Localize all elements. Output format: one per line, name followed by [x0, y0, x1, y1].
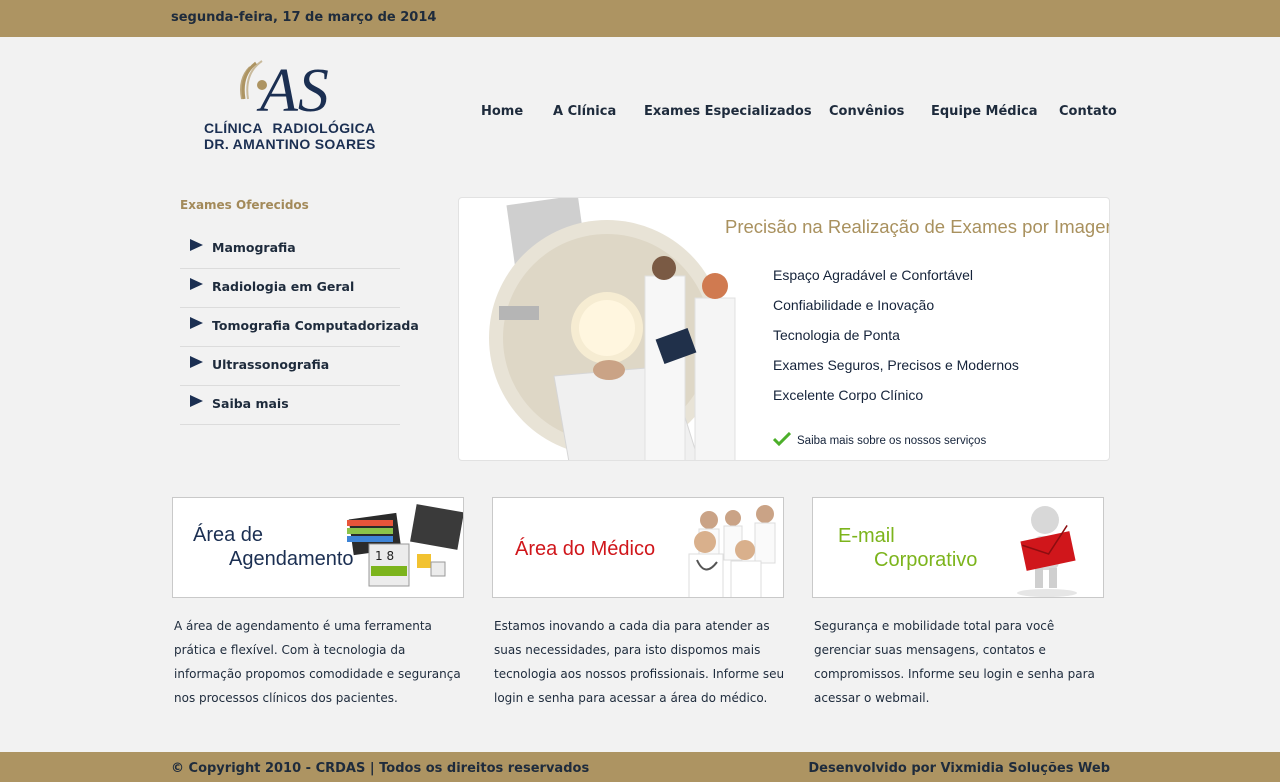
sidebar-item-label: Ultrassonografia	[212, 357, 330, 372]
medical-team-photo	[688, 505, 776, 597]
hero-banner: Precisão na Realização de Exames por Ima…	[458, 197, 1110, 461]
main-nav: Home A Clínica Exames Especializados Con…	[0, 104, 1280, 124]
sidebar-item-saiba-mais[interactable]: Saiba mais	[180, 386, 400, 425]
sidebar-item-tomografia[interactable]: Tomografia Computadorizada	[180, 308, 419, 347]
footer-developer-link[interactable]: Desenvolvido por Vixmidia Soluções Web	[808, 761, 1110, 776]
nav-exames-especializados[interactable]: Exames Especializados	[644, 104, 812, 119]
banner-feature: Tecnologia de Ponta	[773, 327, 900, 343]
card-area-medico[interactable]: Área do Médico	[492, 497, 784, 598]
banner-feature: Exames Seguros, Precisos e Modernos	[773, 357, 1019, 373]
card-title-line2: Corporativo	[874, 549, 978, 571]
card-description: Estamos inovando a cada dia para atender…	[494, 619, 785, 705]
card-description: Segurança e mobilidade total para você g…	[814, 619, 1095, 705]
services-more-link[interactable]: Saiba mais sobre os nossos serviços	[797, 435, 986, 447]
sidebar-item-radiologia[interactable]: Radiologia em Geral	[180, 269, 400, 308]
sidebar-item-label: Radiologia em Geral	[212, 279, 355, 294]
sidebar-item-mamografia[interactable]: Mamografia	[180, 230, 400, 269]
footer-copyright: © Copyright 2010 - CRDAS | Todos os dire…	[171, 761, 590, 776]
arrow-right-icon	[190, 356, 203, 368]
arrow-right-icon	[190, 278, 203, 290]
top-bar: segunda-feira, 17 de março de 2014	[0, 0, 1280, 37]
banner-headline: Precisão na Realização de Exames por Ima…	[725, 216, 1110, 237]
sidebar-item-label: Saiba mais	[212, 396, 289, 411]
banner-feature: Excelente Corpo Clínico	[773, 387, 924, 403]
card-title-line1: Área de	[193, 524, 264, 546]
card-title-line1: Área do Médico	[515, 538, 656, 560]
banner-feature: Espaço Agradável e Confortável	[773, 267, 974, 283]
nav-equipe-medica[interactable]: Equipe Médica	[931, 104, 1038, 119]
arrow-right-icon	[190, 239, 203, 251]
check-icon	[773, 432, 791, 446]
card-description: A área de agendamento é uma ferramenta p…	[174, 619, 461, 705]
svg-text:1 8: 1 8	[375, 549, 394, 563]
nav-a-clinica[interactable]: A Clínica	[553, 104, 616, 119]
card-agendamento[interactable]: Área de Agendamento 1 8	[172, 497, 464, 598]
sidebar-title: Exames Oferecidos	[180, 198, 309, 212]
card-email-corporativo[interactable]: E-mail Corporativo	[812, 497, 1104, 598]
nav-convenios[interactable]: Convênios	[829, 104, 904, 119]
email-envelope-figure-icon	[1017, 506, 1077, 597]
arrow-right-icon	[190, 395, 203, 407]
sidebar-item-label: Tomografia Computadorizada	[212, 318, 419, 333]
exams-menu: Mamografia Radiologia em Geral Tomografi…	[180, 230, 419, 425]
banner-feature: Confiabilidade e Inovação	[773, 297, 935, 313]
footer: © Copyright 2010 - CRDAS | Todos os dire…	[0, 752, 1280, 782]
calendar-blocks-icon: 1 8	[347, 504, 463, 587]
nav-contato[interactable]: Contato	[1059, 104, 1117, 119]
nav-home[interactable]: Home	[481, 104, 523, 119]
sidebar-item-label: Mamografia	[212, 240, 296, 255]
sidebar-item-ultrassonografia[interactable]: Ultrassonografia	[180, 347, 400, 386]
logo-line-2: DR. AMANTINO SOARES	[204, 136, 376, 152]
mri-scanner-photo	[489, 198, 736, 460]
arrow-right-icon	[190, 317, 203, 329]
card-title-line1: E-mail	[838, 525, 895, 547]
current-date: segunda-feira, 17 de março de 2014	[171, 10, 437, 25]
